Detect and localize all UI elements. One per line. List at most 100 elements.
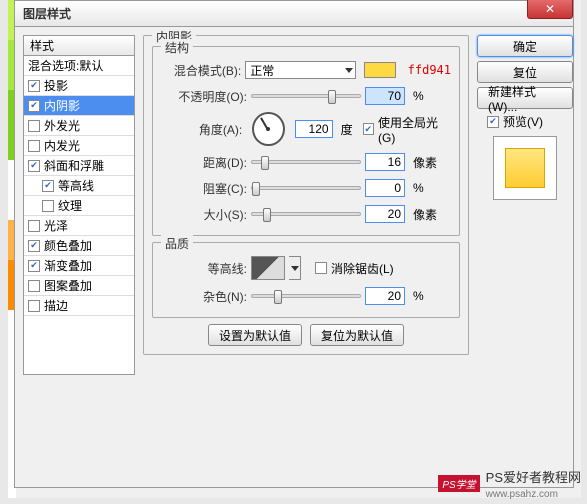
blend-mode-dropdown[interactable]: 正常	[245, 61, 356, 79]
sidebar-item-inner-glow[interactable]: 内发光	[24, 136, 134, 156]
sidebar-item-bevel-emboss[interactable]: ✔ 斜面和浮雕	[24, 156, 134, 176]
styles-sidebar: 样式 混合选项:默认 ✔ 投影 ✔ 内阴影 外发光 内发光 ✔ 斜面和浮雕 ✔ …	[23, 35, 135, 375]
preview-checkbox[interactable]: ✔	[487, 116, 499, 128]
close-button[interactable]: ✕	[527, 0, 573, 19]
color-hex-annotation: ffd941	[408, 63, 451, 77]
new-style-button[interactable]: 新建样式(W)...	[477, 87, 573, 109]
size-input[interactable]: 20	[365, 205, 405, 223]
sidebar-item-gradient-overlay[interactable]: ✔ 渐变叠加	[24, 256, 134, 276]
choke-label: 阻塞(C):	[161, 180, 247, 197]
opacity-unit: %	[413, 89, 424, 103]
checkbox-icon[interactable]	[28, 220, 40, 232]
size-slider[interactable]	[251, 212, 361, 216]
angle-dial[interactable]	[252, 112, 284, 146]
sidebar-item-inner-shadow[interactable]: ✔ 内阴影	[24, 96, 134, 116]
ok-button[interactable]: 确定	[477, 35, 573, 57]
sidebar-item-label: 斜面和浮雕	[44, 157, 104, 174]
window-body: 样式 混合选项:默认 ✔ 投影 ✔ 内阴影 外发光 内发光 ✔ 斜面和浮雕 ✔ …	[14, 26, 574, 488]
distance-input[interactable]: 16	[365, 153, 405, 171]
global-light-checkbox[interactable]: ✔	[363, 123, 374, 135]
titlebar: 图层样式 ✕	[14, 0, 574, 26]
checkbox-icon[interactable]: ✔	[28, 80, 40, 92]
structure-fieldset: 结构 混合模式(B): 正常 ffd941 不透明度(O): 70 %	[152, 46, 460, 236]
preview-label: 预览(V)	[503, 113, 543, 130]
chevron-down-icon	[291, 266, 299, 271]
watermark-url: www.psahz.com	[486, 489, 558, 500]
angle-label: 角度(A):	[161, 121, 242, 138]
sidebar-item-contour[interactable]: ✔ 等高线	[24, 176, 134, 196]
sidebar-item-label: 光泽	[44, 217, 68, 234]
opacity-input[interactable]: 70	[365, 87, 405, 105]
sidebar-item-label: 纹理	[58, 197, 82, 214]
antialias-checkbox[interactable]	[315, 262, 327, 274]
sidebar-item-label: 混合选项:默认	[28, 57, 103, 74]
sidebar-item-stroke[interactable]: 描边	[24, 296, 134, 316]
blend-mode-label: 混合模式(B):	[161, 62, 241, 79]
contour-label: 等高线:	[161, 260, 247, 277]
size-row: 大小(S): 20 像素	[161, 201, 451, 227]
contour-picker[interactable]	[251, 256, 285, 280]
preview-box	[493, 136, 557, 200]
angle-row: 角度(A): 120 度 ✔ 使用全局光(G)	[161, 109, 451, 149]
choke-row: 阻塞(C): 0 %	[161, 175, 451, 201]
main-panel: 内阴影 结构 混合模式(B): 正常 ffd941 不透明度(O): 70	[143, 35, 469, 413]
checkbox-icon[interactable]: ✔	[42, 180, 54, 192]
watermark-badge: PS学堂	[438, 475, 479, 492]
set-default-button[interactable]: 设置为默认值	[208, 324, 302, 346]
window-title: 图层样式	[23, 5, 71, 22]
checkbox-icon[interactable]	[28, 280, 40, 292]
noise-row: 杂色(N): 20 %	[161, 283, 451, 309]
checkbox-icon[interactable]	[28, 300, 40, 312]
sidebar-item-label: 描边	[44, 297, 68, 314]
sidebar-item-color-overlay[interactable]: ✔ 颜色叠加	[24, 236, 134, 256]
checkbox-icon[interactable]: ✔	[28, 160, 40, 172]
sidebar-item-label: 颜色叠加	[44, 237, 92, 254]
quality-fieldset: 品质 等高线: 消除锯齿(L) 杂色(N): 20 %	[152, 242, 460, 318]
sidebar-item-label: 等高线	[58, 177, 94, 194]
distance-label: 距离(D):	[161, 154, 247, 171]
noise-unit: %	[413, 289, 424, 303]
sidebar-item-label: 内阴影	[44, 97, 80, 114]
distance-row: 距离(D): 16 像素	[161, 149, 451, 175]
cancel-button[interactable]: 复位	[477, 61, 573, 83]
blend-mode-row: 混合模式(B): 正常 ffd941	[161, 57, 451, 83]
opacity-label: 不透明度(O):	[161, 88, 247, 105]
choke-input[interactable]: 0	[365, 179, 405, 197]
close-icon: ✕	[545, 2, 555, 16]
checkbox-icon[interactable]: ✔	[28, 260, 40, 272]
sidebar-item-label: 内发光	[44, 137, 80, 154]
sidebar-item-satin[interactable]: 光泽	[24, 216, 134, 236]
noise-slider[interactable]	[251, 294, 361, 298]
reset-default-button[interactable]: 复位为默认值	[310, 324, 404, 346]
sidebar-item-label: 外发光	[44, 117, 80, 134]
opacity-row: 不透明度(O): 70 %	[161, 83, 451, 109]
opacity-slider[interactable]	[251, 94, 361, 98]
choke-unit: %	[413, 181, 424, 195]
noise-label: 杂色(N):	[161, 288, 247, 305]
sidebar-item-drop-shadow[interactable]: ✔ 投影	[24, 76, 134, 96]
choke-slider[interactable]	[251, 186, 361, 190]
panel-outer: 内阴影 结构 混合模式(B): 正常 ffd941 不透明度(O): 70	[143, 35, 469, 355]
checkbox-icon[interactable]	[28, 120, 40, 132]
sidebar-item-pattern-overlay[interactable]: 图案叠加	[24, 276, 134, 296]
sidebar-blend-options[interactable]: 混合选项:默认	[24, 56, 134, 76]
checkbox-icon[interactable]	[42, 200, 54, 212]
noise-input[interactable]: 20	[365, 287, 405, 305]
contour-dropdown-button[interactable]	[289, 256, 301, 280]
checkbox-icon[interactable]	[28, 140, 40, 152]
distance-slider[interactable]	[251, 160, 361, 164]
size-unit: 像素	[413, 206, 437, 223]
dropdown-value: 正常	[250, 62, 274, 79]
checkbox-icon[interactable]: ✔	[28, 240, 40, 252]
checkbox-icon[interactable]: ✔	[28, 100, 40, 112]
quality-legend: 品质	[161, 235, 193, 252]
sidebar-item-texture[interactable]: 纹理	[24, 196, 134, 216]
angle-input[interactable]: 120	[295, 120, 333, 138]
color-swatch[interactable]	[364, 62, 396, 78]
preview-swatch	[505, 148, 545, 188]
structure-legend: 结构	[161, 39, 193, 56]
right-column: 确定 复位 新建样式(W)... ✔ 预览(V)	[477, 35, 573, 200]
sidebar-item-label: 投影	[44, 77, 68, 94]
sidebar-item-outer-glow[interactable]: 外发光	[24, 116, 134, 136]
global-light-label: 使用全局光(G)	[378, 114, 451, 145]
